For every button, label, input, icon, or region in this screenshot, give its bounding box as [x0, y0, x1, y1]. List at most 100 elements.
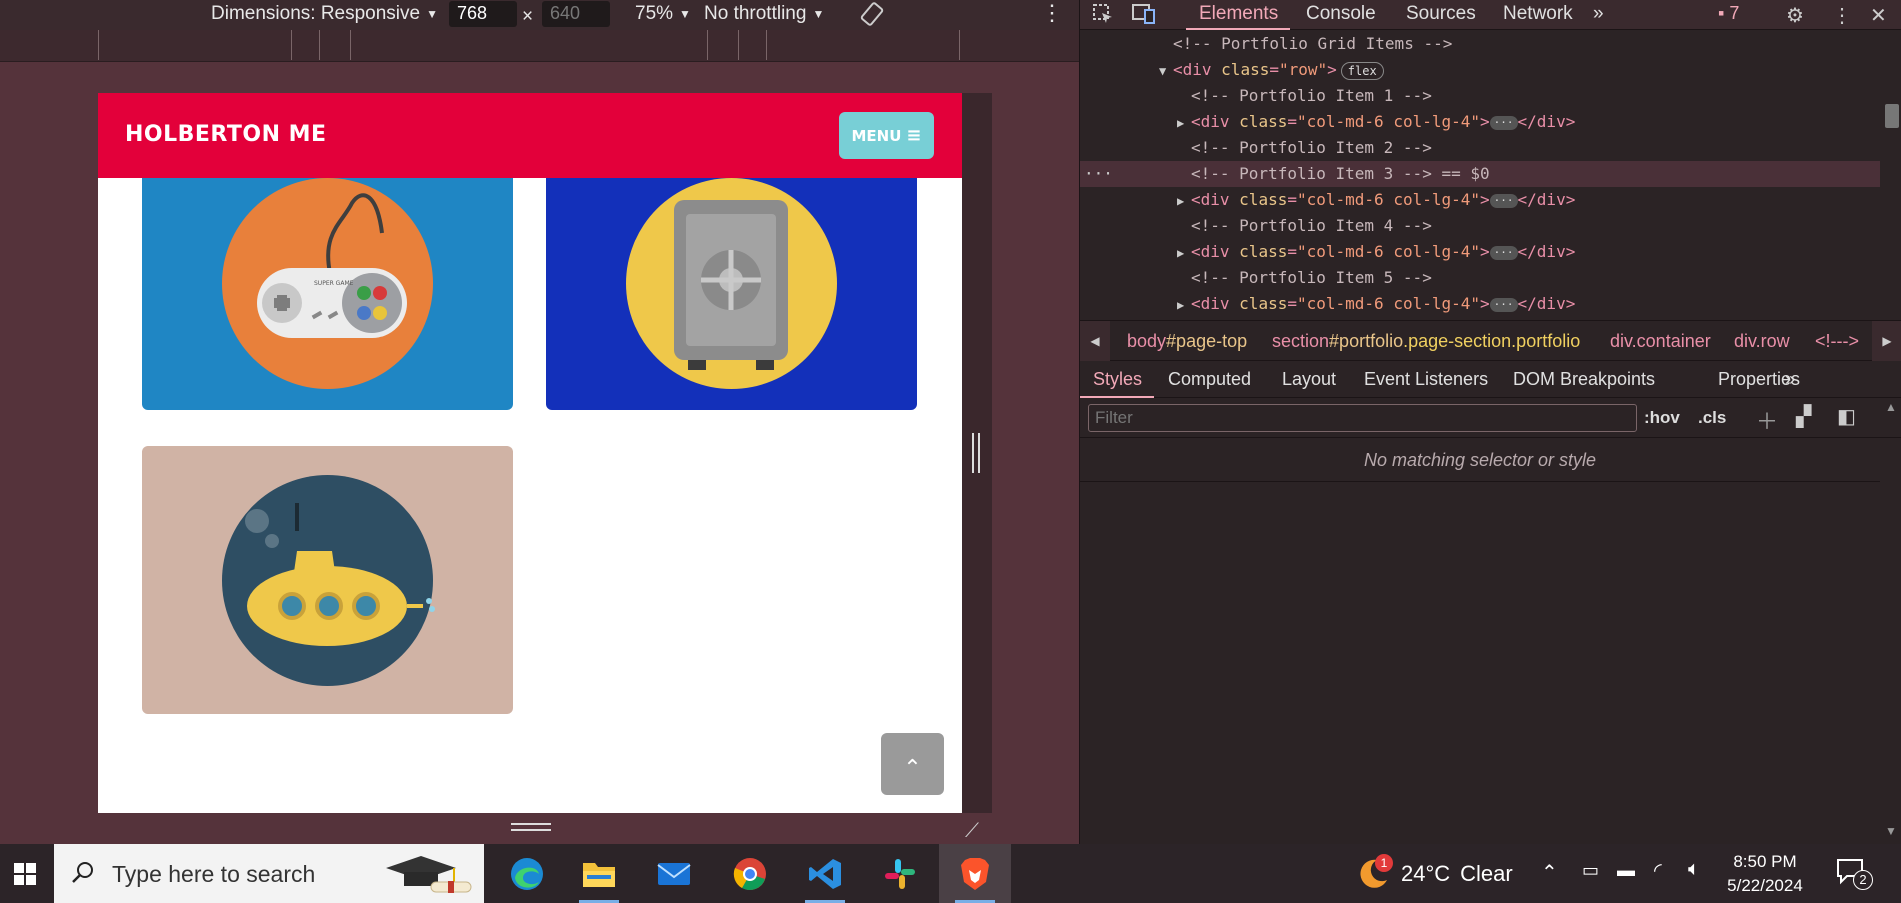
no-matching-style-message: No matching selector or style: [1080, 438, 1880, 482]
side-resize-handle[interactable]: [972, 433, 980, 473]
rotate-icon[interactable]: [858, 0, 886, 28]
styles-filter-input[interactable]: [1088, 404, 1637, 432]
site-brand[interactable]: HOLBERTON ME: [125, 122, 327, 147]
ellipsis-badge[interactable]: ···: [1489, 115, 1518, 130]
wifi-icon[interactable]: ◜: [1654, 858, 1662, 883]
gear-icon[interactable]: ⚙: [1786, 3, 1804, 28]
more-tabs-icon[interactable]: »: [1593, 3, 1604, 25]
chevron-up-icon[interactable]: ⌃: [1541, 860, 1558, 885]
chevron-down-icon[interactable]: ▼: [1885, 824, 1897, 838]
more-options-icon[interactable]: ···: [1084, 161, 1113, 187]
dimensions-dropdown[interactable]: Dimensions: Responsive ▼: [211, 3, 438, 25]
tab-network[interactable]: Network: [1503, 3, 1573, 25]
collapsed-arrow-icon[interactable]: ▶: [1177, 188, 1191, 214]
submarine-card[interactable]: [142, 446, 513, 714]
tray-weather[interactable]: 1 24°C Clear: [1355, 844, 1513, 903]
devtools-panel: Elements Console Sources Network » ▪ 7 ⚙…: [1079, 0, 1901, 844]
taskbar-mail[interactable]: [638, 844, 710, 903]
crumb-container[interactable]: div.container: [1610, 331, 1711, 352]
taskbar-slack[interactable]: [864, 844, 936, 903]
taskbar-chrome[interactable]: [714, 844, 786, 903]
notification-center-button[interactable]: 2: [1835, 856, 1875, 892]
dom-node[interactable]: <!-- Portfolio Item 4 -->: [1080, 213, 1880, 239]
game-controller-card[interactable]: SUPER GAME: [142, 153, 513, 410]
device-toggle-icon[interactable]: [1132, 3, 1156, 31]
windows-start-button[interactable]: [0, 844, 50, 903]
width-input[interactable]: 768: [449, 1, 517, 27]
meet-now-icon[interactable]: ▭: [1582, 860, 1599, 881]
bottom-resize-handle[interactable]: [511, 823, 551, 831]
tab-sources[interactable]: Sources: [1406, 3, 1476, 25]
dom-node[interactable]: ▶ <div class="col-md-6 col-lg-4"> ··· </div…: [1080, 187, 1880, 213]
more-options-icon[interactable]: ⋮: [1832, 3, 1852, 28]
new-style-rule-icon[interactable]: ＋: [1756, 404, 1778, 436]
tab-computed[interactable]: Computed: [1168, 369, 1251, 390]
ellipsis-badge[interactable]: ···: [1489, 193, 1518, 208]
graduation-cap-icon: [386, 856, 472, 893]
tray-clock[interactable]: 8:50 PM 5/22/2024: [1720, 850, 1810, 898]
ellipsis-badge[interactable]: ···: [1489, 297, 1518, 312]
expanded-arrow-icon[interactable]: ▼: [1159, 58, 1173, 84]
dom-node[interactable]: <!-- Portfolio Item 2 -->: [1080, 135, 1880, 161]
flex-badge[interactable]: flex: [1340, 62, 1384, 80]
clock-date: 5/22/2024: [1727, 876, 1803, 895]
menu-button[interactable]: MENU ≡: [839, 112, 934, 159]
dom-scrollbar-thumb[interactable]: [1885, 104, 1899, 128]
crumb-comment[interactable]: <!--->: [1815, 331, 1859, 352]
dom-node-selected[interactable]: ··· <!-- Portfolio Item 3 --> == $0: [1080, 161, 1880, 187]
tab-event-listeners[interactable]: Event Listeners: [1364, 369, 1488, 390]
dom-node[interactable]: <!-- Portfolio Item 1 -->: [1080, 83, 1880, 109]
more-options-icon[interactable]: ⋮: [1041, 0, 1063, 26]
toggle-sidebar-icon[interactable]: ◧: [1837, 404, 1856, 429]
tab-elements[interactable]: Elements: [1199, 3, 1278, 25]
dom-node[interactable]: ▶ <div class="col-md-6 col-lg-4"> ··· </div…: [1080, 239, 1880, 265]
collapsed-arrow-icon[interactable]: ▶: [1177, 292, 1191, 318]
collapsed-arrow-icon[interactable]: ▶: [1177, 110, 1191, 136]
more-tabs-icon[interactable]: »: [1785, 369, 1795, 390]
chevron-right-icon[interactable]: ▶: [1872, 321, 1901, 361]
emulated-viewport: SUPER GAME HOLBERTON ME MENU ≡ ⌃: [98, 93, 962, 813]
tab-dom-breakpoints[interactable]: DOM Breakpoints: [1513, 369, 1655, 390]
collapsed-arrow-icon[interactable]: ▶: [1177, 240, 1191, 266]
taskbar-brave[interactable]: [939, 844, 1011, 903]
media-query-ruler: [0, 30, 1079, 62]
throttling-dropdown[interactable]: No throttling ▼: [704, 3, 824, 25]
volume-icon[interactable]: 🔈︎: [1688, 858, 1700, 881]
inspect-element-icon[interactable]: [1092, 3, 1114, 31]
tab-styles[interactable]: Styles: [1093, 369, 1142, 390]
notification-count: 2: [1853, 870, 1873, 890]
safe-card[interactable]: [546, 153, 917, 410]
corner-resize-handle[interactable]: ⟋: [965, 820, 979, 843]
hov-toggle[interactable]: :hov: [1644, 408, 1680, 428]
crumb-body[interactable]: body#page-top: [1127, 331, 1247, 352]
zoom-value: 75%: [635, 3, 674, 24]
taskbar-file-explorer[interactable]: [563, 844, 635, 903]
dom-node[interactable]: ▼ <div class="row"> flex: [1080, 57, 1880, 83]
cls-toggle[interactable]: .cls: [1698, 408, 1726, 428]
crumb-section[interactable]: section#portfolio.page-section.portfolio: [1272, 331, 1580, 352]
height-input[interactable]: 640: [542, 1, 610, 27]
zoom-dropdown[interactable]: 75% ▼: [635, 3, 691, 25]
dom-scrollbar[interactable]: [1880, 31, 1901, 320]
taskbar-search-box[interactable]: Type here to search: [54, 844, 484, 903]
taskbar-edge[interactable]: [491, 844, 563, 903]
dom-node[interactable]: ▶ <div class="col-md-6 col-lg-4"> ··· </div…: [1080, 291, 1880, 317]
scroll-to-top-button[interactable]: ⌃: [881, 733, 944, 795]
paint-brush-icon[interactable]: ▞: [1796, 404, 1811, 429]
chevron-up-icon[interactable]: ▲: [1885, 400, 1897, 414]
dom-node[interactable]: ▶ <div class="col-md-6 col-lg-4"> ··· </div…: [1080, 109, 1880, 135]
dom-node[interactable]: <!-- Portfolio Item 5 -->: [1080, 265, 1880, 291]
brave-icon: [961, 857, 989, 890]
throttling-value: No throttling: [704, 3, 807, 24]
chevron-left-icon[interactable]: ◀: [1080, 321, 1110, 361]
ellipsis-badge[interactable]: ···: [1489, 245, 1518, 260]
close-icon[interactable]: ✕: [1870, 3, 1887, 28]
issues-icon[interactable]: ▪ 7: [1718, 3, 1739, 24]
battery-icon[interactable]: ▬: [1617, 860, 1635, 881]
taskbar-vscode[interactable]: [789, 844, 861, 903]
issues-count: 7: [1729, 3, 1740, 23]
dom-node[interactable]: <!-- Portfolio Grid Items -->: [1080, 31, 1880, 57]
crumb-row[interactable]: div.row: [1734, 331, 1790, 352]
tab-console[interactable]: Console: [1306, 3, 1376, 25]
tab-layout[interactable]: Layout: [1282, 369, 1336, 390]
